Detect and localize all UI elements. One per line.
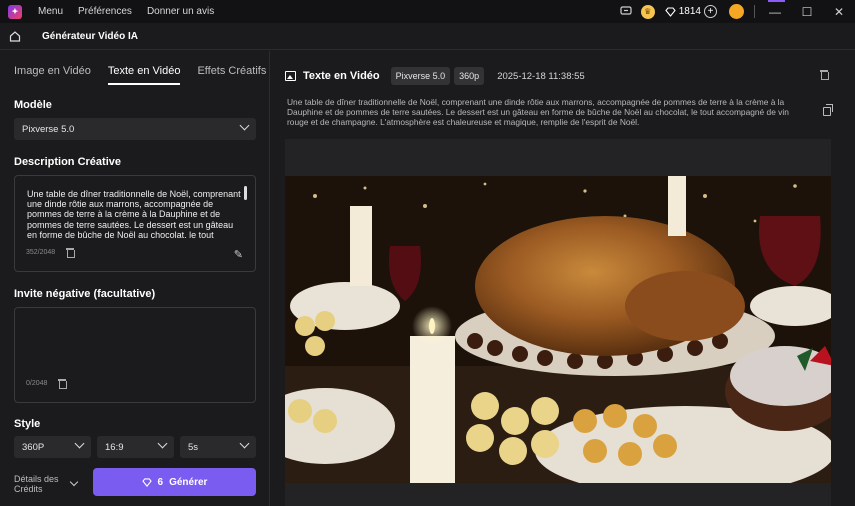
image-icon (285, 71, 296, 81)
model-value: Pixverse 5.0 (22, 123, 75, 135)
tab-image-to-video[interactable]: Image en Vidéo (14, 65, 91, 85)
aspect-ratio-value: 16:9 (105, 441, 124, 453)
accent-line (768, 0, 785, 2)
description-input[interactable]: Une table de dîner traditionnelle de Noë… (14, 175, 256, 272)
credits-balance[interactable]: 1814 + (665, 5, 717, 18)
diamond-icon (665, 6, 676, 17)
video-preview[interactable] (285, 176, 831, 483)
char-counter: 0/2048 (26, 380, 48, 387)
mode-tabs: Image en Vidéo Texte en Vidéo Effets Cré… (14, 65, 266, 85)
video-player[interactable] (285, 139, 831, 506)
resolution-badge: 360p (454, 67, 485, 85)
trash-icon[interactable] (58, 379, 67, 389)
result-header: Texte en Vidéo Pixverse 5.0 360p 2025-12… (285, 67, 585, 85)
generate-label: Générer (169, 476, 208, 488)
credit-details-toggle[interactable]: Détails des Crédits (14, 474, 60, 494)
feedback-menu-item[interactable]: Donner un avis (147, 6, 214, 17)
prompt-text: Une table de dîner traditionnelle de Noë… (287, 97, 789, 127)
resolution-value: 360P (22, 441, 45, 453)
generate-cost: 6 (157, 476, 164, 488)
model-label: Modèle (14, 99, 52, 111)
preferences-menu-item[interactable]: Préférences (78, 6, 132, 17)
resolution-select[interactable]: 360P (14, 436, 91, 458)
home-icon[interactable] (5, 26, 25, 46)
minimize-icon[interactable]: — (759, 0, 791, 23)
result-title: Texte en Vidéo (303, 70, 380, 82)
delete-icon[interactable] (820, 70, 829, 80)
tab-text-to-video[interactable]: Texte en Vidéo (107, 65, 181, 85)
char-counter: 352/2048 (26, 249, 56, 256)
maximize-icon[interactable]: ☐ (791, 0, 823, 23)
app-logo-icon: ✦ (8, 4, 22, 19)
model-badge: Pixverse 5.0 (390, 67, 451, 85)
chevron-down-icon (239, 438, 250, 449)
title-bar: ✦ Menu Préférences Donner un avis ♛ 1814… (0, 0, 855, 23)
page-header: Générateur Vidéo IA (0, 23, 855, 50)
diamond-icon (141, 477, 152, 487)
result-panel: Texte en Vidéo Pixverse 5.0 360p 2025-12… (271, 51, 855, 506)
description-label: Description Créative (14, 156, 121, 168)
description-text[interactable]: Une table de dîner traditionnelle de Noë… (27, 189, 245, 238)
model-select[interactable]: Pixverse 5.0 (14, 118, 256, 140)
divider (754, 5, 755, 18)
style-label: Style (14, 418, 41, 430)
credits-count: 1814 (678, 6, 701, 17)
aspect-ratio-select[interactable]: 16:9 (97, 436, 174, 458)
generate-button[interactable]: 6 Générer (93, 468, 256, 496)
magic-wand-icon[interactable]: ✎ (234, 248, 243, 261)
page-title: Générateur Vidéo IA (42, 30, 138, 42)
duration-value: 5s (188, 441, 199, 453)
menu-button[interactable]: Menu (38, 6, 63, 17)
timestamp: 2025-12-18 11:38:55 (497, 70, 585, 82)
premium-icon[interactable]: ♛ (637, 0, 659, 23)
user-avatar[interactable] (729, 4, 744, 19)
scrollbar[interactable] (244, 186, 247, 200)
negative-prompt-label: Invite négative (facultative) (14, 288, 156, 300)
duration-select[interactable]: 5s (180, 436, 256, 458)
negative-prompt-input[interactable]: 0/2048 (14, 307, 256, 403)
chevron-down-icon (239, 120, 250, 131)
close-icon[interactable]: ✕ (823, 0, 855, 23)
tab-creative-effects[interactable]: Effets Créatifs (197, 65, 266, 85)
trash-icon[interactable] (66, 248, 75, 258)
chat-icon[interactable] (615, 0, 637, 23)
add-credits-icon[interactable]: + (704, 5, 717, 18)
chevron-down-icon (74, 438, 85, 449)
chevron-down-icon (157, 438, 168, 449)
copy-icon[interactable] (823, 104, 833, 116)
